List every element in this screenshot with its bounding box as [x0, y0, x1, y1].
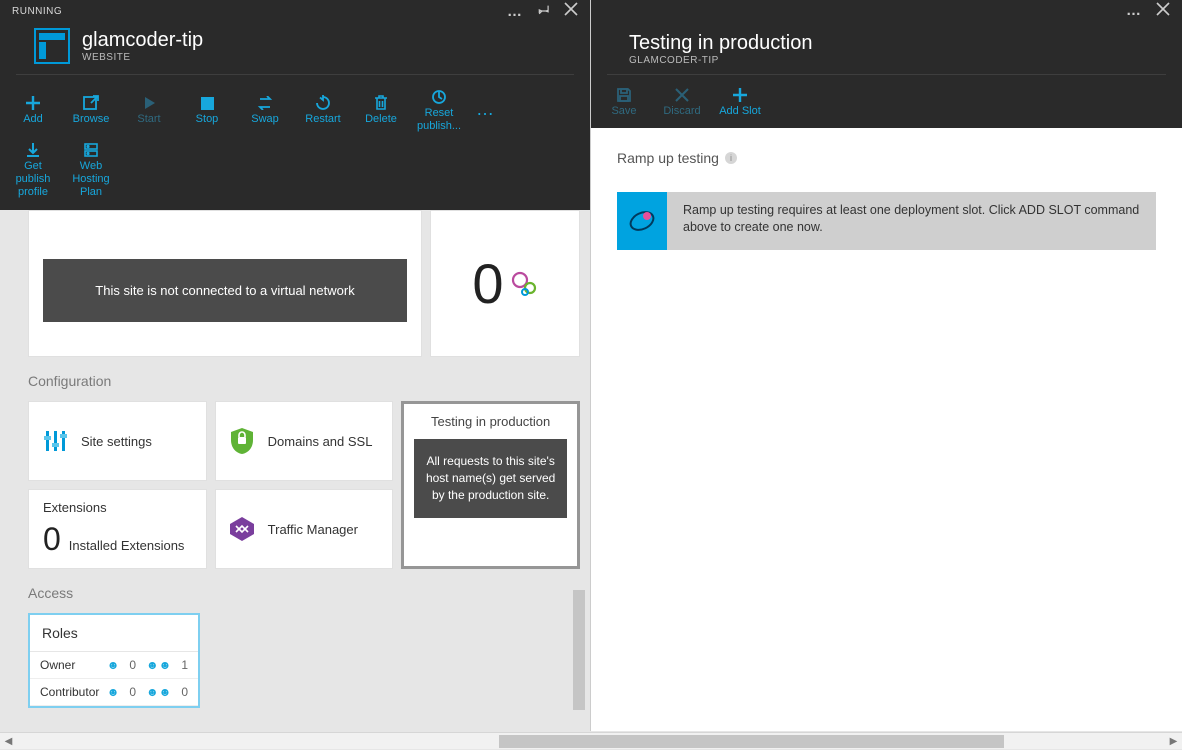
- restart-icon: [315, 93, 331, 113]
- download-icon: [25, 140, 41, 160]
- pin-icon[interactable]: [537, 3, 550, 20]
- testing-in-production-tile[interactable]: Testing in production All requests to th…: [401, 401, 580, 569]
- swap-button[interactable]: Swap: [236, 83, 294, 136]
- traffic-icon: [228, 515, 256, 543]
- more-icon[interactable]: …: [507, 3, 523, 20]
- ramp-icon: [617, 192, 667, 250]
- close-icon[interactable]: [564, 2, 578, 20]
- user-icon: ☻: [107, 658, 120, 672]
- save-icon: [616, 85, 632, 105]
- right-blade-header: … Testing in production GLAMCODER-TIP Sa…: [591, 0, 1182, 128]
- right-blade: … Testing in production GLAMCODER-TIP Sa…: [591, 0, 1182, 731]
- traffic-manager-tile[interactable]: Traffic Manager: [215, 489, 394, 569]
- toolbar: Add Browse Start Stop Swap: [0, 75, 590, 210]
- get-publish-button[interactable]: Get publish profile: [4, 136, 62, 202]
- save-button: Save: [595, 81, 653, 122]
- reset-icon: [431, 87, 447, 107]
- vnet-tile[interactable]: This site is not connected to a virtual …: [28, 210, 422, 357]
- discard-icon: [675, 85, 689, 105]
- ramp-notice: Ramp up testing requires at least one de…: [617, 192, 1156, 250]
- web-hosting-button[interactable]: Web Hosting Plan: [62, 136, 120, 202]
- trash-icon: [374, 93, 388, 113]
- discard-button: Discard: [653, 81, 711, 122]
- restart-button[interactable]: Restart: [294, 83, 352, 136]
- status-tag: RUNNING: [12, 6, 62, 17]
- domains-ssl-tile[interactable]: Domains and SSL: [215, 401, 394, 481]
- reset-publish-button[interactable]: Reset publish...: [410, 83, 468, 136]
- close-icon[interactable]: [1156, 2, 1170, 20]
- site-settings-tile[interactable]: Site settings: [28, 401, 207, 481]
- webjobs-icon: [510, 270, 538, 298]
- scroll-left-arrow[interactable]: ◀: [0, 733, 17, 750]
- server-icon: [83, 140, 99, 160]
- left-blade: RUNNING …: [0, 0, 591, 731]
- user-icon: ☻: [107, 685, 120, 699]
- webjobs-tile[interactable]: 0: [430, 210, 580, 357]
- extensions-count: 0: [43, 521, 61, 558]
- page-title: glamcoder-tip: [82, 29, 203, 52]
- shield-icon: [228, 427, 256, 455]
- website-icon: [34, 28, 70, 64]
- group-icon: ☻☻: [146, 658, 171, 672]
- roles-header: Roles: [30, 615, 198, 652]
- left-blade-header: RUNNING …: [0, 0, 590, 210]
- sliders-icon: [41, 427, 69, 455]
- access-label: Access: [28, 577, 580, 605]
- right-title: Testing in production: [629, 32, 1144, 55]
- plus-icon: [732, 85, 748, 105]
- swap-icon: [256, 93, 274, 113]
- ramp-up-label: Ramp up testing i: [617, 150, 1156, 166]
- scroll-thumb[interactable]: [499, 735, 1004, 748]
- toolbar-more[interactable]: …: [468, 99, 504, 120]
- role-row-owner[interactable]: Owner ☻0☻☻1: [30, 652, 198, 679]
- delete-button[interactable]: Delete: [352, 83, 410, 136]
- group-icon: ☻☻: [146, 685, 171, 699]
- start-button: Start: [120, 83, 178, 136]
- extensions-tile[interactable]: Extensions 0 Installed Extensions: [28, 489, 207, 569]
- plus-icon: [25, 93, 41, 113]
- stop-icon: [201, 93, 214, 113]
- add-slot-button[interactable]: Add Slot: [711, 81, 769, 122]
- webjobs-count: 0: [472, 251, 503, 316]
- role-row-contributor[interactable]: Contributor ☻0☻☻0: [30, 679, 198, 706]
- browse-button[interactable]: Browse: [62, 83, 120, 136]
- page-subtitle: WEBSITE: [82, 52, 203, 63]
- scroll-right-arrow[interactable]: ▶: [1165, 733, 1182, 750]
- roles-tile[interactable]: Roles Owner ☻0☻☻1 Contributor ☻0☻☻0: [28, 613, 200, 708]
- browse-icon: [83, 93, 99, 113]
- ramp-message: Ramp up testing requires at least one de…: [667, 192, 1156, 250]
- vnet-message: This site is not connected to a virtual …: [43, 259, 407, 322]
- horizontal-scrollbar[interactable]: ◀ ▶: [0, 732, 1182, 749]
- add-button[interactable]: Add: [4, 83, 62, 136]
- vertical-scrollbar[interactable]: [573, 590, 587, 716]
- play-icon: [142, 93, 156, 113]
- configuration-label: Configuration: [28, 365, 580, 393]
- more-icon[interactable]: …: [1126, 2, 1142, 20]
- right-subtitle: GLAMCODER-TIP: [629, 55, 1144, 66]
- stop-button[interactable]: Stop: [178, 83, 236, 136]
- info-icon[interactable]: i: [725, 152, 737, 164]
